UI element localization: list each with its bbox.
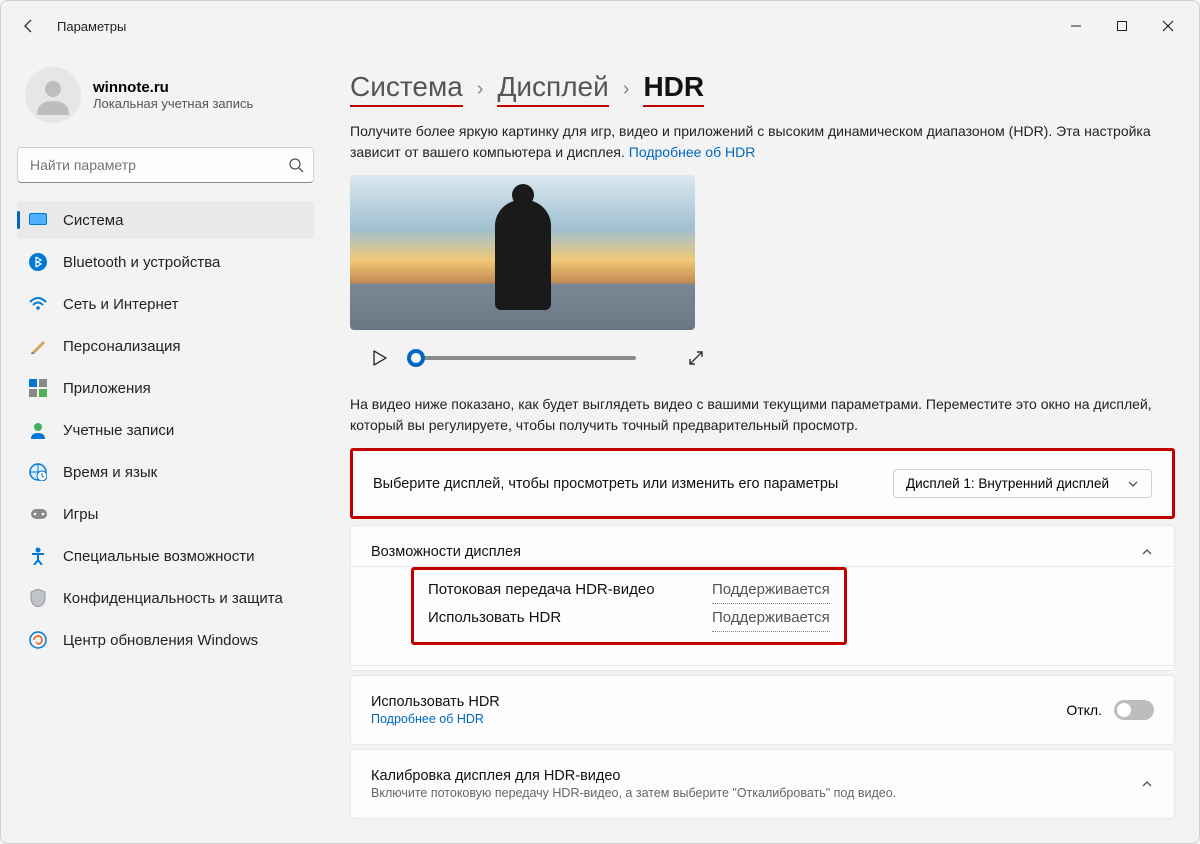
capabilities-highlight: Потоковая передача HDR-видео Поддерживае… xyxy=(411,567,847,645)
chevron-right-icon: › xyxy=(623,78,630,101)
gamepad-icon xyxy=(29,505,47,523)
capability-row: Использовать HDR Поддерживается xyxy=(428,604,830,632)
nav-item-accessibility[interactable]: Специальные возможности xyxy=(17,537,314,575)
minimize-button[interactable] xyxy=(1053,10,1099,42)
use-hdr-card: Использовать HDR Подробнее об HDR Откл. xyxy=(350,675,1175,745)
display-select-dropdown[interactable]: Дисплей 1: Внутренний дисплей xyxy=(893,469,1152,498)
brush-icon xyxy=(29,337,47,355)
wifi-icon xyxy=(29,295,47,313)
search-input[interactable] xyxy=(17,147,314,183)
capabilities-header: Возможности дисплея xyxy=(371,544,521,560)
use-hdr-learn-more-link[interactable]: Подробнее об HDR xyxy=(371,712,500,726)
nav-item-gaming[interactable]: Игры xyxy=(17,495,314,533)
nav-label: Приложения xyxy=(63,380,151,397)
titlebar: Параметры xyxy=(1,1,1199,51)
sidebar: winnote.ru Локальная учетная запись Сист… xyxy=(1,51,326,843)
nav-label: Специальные возможности xyxy=(63,548,255,565)
learn-more-hdr-link[interactable]: Подробнее об HDR xyxy=(629,144,756,160)
nav-item-privacy[interactable]: Конфиденциальность и защита xyxy=(17,579,314,617)
fullscreen-button[interactable] xyxy=(684,346,708,370)
avatar-icon xyxy=(25,67,81,123)
profile-subtitle: Локальная учетная запись xyxy=(93,96,253,111)
calibration-subtitle: Включите потоковую передачу HDR-видео, а… xyxy=(371,786,896,800)
close-button[interactable] xyxy=(1145,10,1191,42)
calibration-title: Калибровка дисплея для HDR-видео xyxy=(371,768,896,784)
video-hint-text: На видео ниже показано, как будет выгляд… xyxy=(350,394,1175,436)
display-select-label: Выберите дисплей, чтобы просмотреть или … xyxy=(373,476,838,492)
display-select-card: Выберите дисплей, чтобы просмотреть или … xyxy=(350,448,1175,519)
bluetooth-icon xyxy=(29,253,47,271)
nav-item-network[interactable]: Сеть и Интернет xyxy=(17,285,314,323)
search-wrap xyxy=(17,147,314,183)
nav-item-time-language[interactable]: Время и язык xyxy=(17,453,314,491)
nav-label: Учетные записи xyxy=(63,422,174,439)
profile-name: winnote.ru xyxy=(93,79,253,96)
nav-label: Сеть и Интернет xyxy=(63,296,179,313)
chevron-up-icon[interactable] xyxy=(1140,545,1154,559)
use-hdr-title: Использовать HDR xyxy=(371,694,500,710)
chevron-right-icon: › xyxy=(477,78,484,101)
video-progress-slider[interactable] xyxy=(416,356,636,360)
update-icon xyxy=(29,631,47,649)
nav-item-accounts[interactable]: Учетные записи xyxy=(17,411,314,449)
breadcrumb: Система › Дисплей › HDR xyxy=(350,71,1175,107)
nav-item-bluetooth[interactable]: Bluetooth и устройства xyxy=(17,243,314,281)
breadcrumb-display[interactable]: Дисплей xyxy=(497,71,608,107)
nav-item-personalization[interactable]: Персонализация xyxy=(17,327,314,365)
chevron-up-icon[interactable] xyxy=(1140,777,1154,791)
breadcrumb-system[interactable]: Система xyxy=(350,71,463,107)
video-controls xyxy=(368,346,1175,370)
chevron-down-icon xyxy=(1127,478,1139,490)
capabilities-header-row[interactable]: Возможности дисплея xyxy=(351,526,1174,566)
slider-thumb[interactable] xyxy=(407,349,425,367)
accessibility-icon xyxy=(29,547,47,565)
back-button[interactable] xyxy=(9,6,49,46)
main-content: Система › Дисплей › HDR Получите более я… xyxy=(326,51,1199,843)
hdr-description: Получите более яркую картинку для игр, в… xyxy=(350,121,1175,163)
nav-label: Время и язык xyxy=(63,464,157,481)
search-icon xyxy=(288,157,304,173)
window-title: Параметры xyxy=(57,19,126,34)
nav-label: Bluetooth и устройства xyxy=(63,254,220,271)
video-preview-thumbnail[interactable] xyxy=(350,175,695,330)
nav-list: Система Bluetooth и устройства Сеть и Ин… xyxy=(17,201,314,663)
use-hdr-toggle[interactable] xyxy=(1114,700,1154,720)
nav-label: Система xyxy=(63,212,123,229)
apps-icon xyxy=(29,379,47,397)
globe-clock-icon xyxy=(29,463,47,481)
toggle-state-label: Откл. xyxy=(1066,702,1102,718)
nav-label: Персонализация xyxy=(63,338,181,355)
nav-item-windows-update[interactable]: Центр обновления Windows xyxy=(17,621,314,659)
capability-row: Потоковая передача HDR-видео Поддерживае… xyxy=(428,576,830,604)
nav-label: Конфиденциальность и защита xyxy=(63,590,283,607)
maximize-button[interactable] xyxy=(1099,10,1145,42)
person-icon xyxy=(29,421,47,439)
breadcrumb-hdr: HDR xyxy=(643,71,704,107)
calibration-card[interactable]: Калибровка дисплея для HDR-видео Включит… xyxy=(350,749,1175,819)
profile[interactable]: winnote.ru Локальная учетная запись xyxy=(17,51,314,147)
window-controls xyxy=(1053,10,1191,42)
nav-item-apps[interactable]: Приложения xyxy=(17,369,314,407)
nav-label: Центр обновления Windows xyxy=(63,632,258,649)
system-icon xyxy=(29,211,47,229)
shield-icon xyxy=(29,589,47,607)
nav-label: Игры xyxy=(63,506,98,523)
display-capabilities-card: Возможности дисплея Потоковая передача H… xyxy=(350,525,1175,671)
play-button[interactable] xyxy=(368,346,392,370)
nav-item-system[interactable]: Система xyxy=(17,201,314,239)
